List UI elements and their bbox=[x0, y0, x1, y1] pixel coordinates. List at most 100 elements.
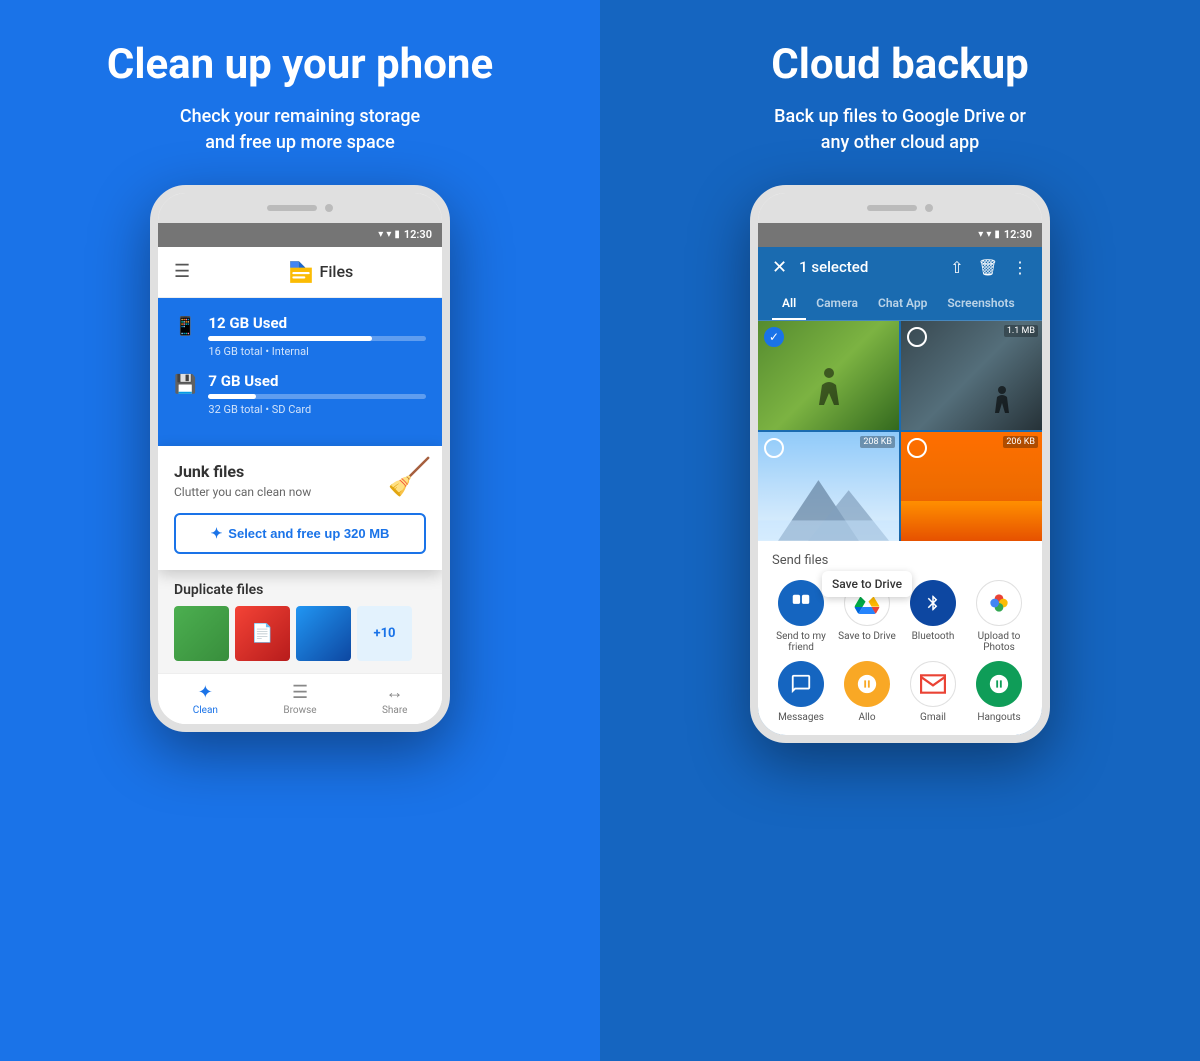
app-item-bluetooth[interactable]: Bluetooth bbox=[904, 580, 962, 653]
messages-icon bbox=[778, 661, 824, 707]
storage-detail-internal: 16 GB total • Internal bbox=[208, 345, 426, 358]
drive-label: Save to Drive bbox=[838, 631, 896, 642]
allo-label: Allo bbox=[858, 712, 875, 723]
right-panel-subtitle: Back up files to Google Drive orany othe… bbox=[774, 104, 1026, 154]
nav-label-browse: Browse bbox=[283, 705, 316, 716]
files-logo-icon bbox=[288, 259, 314, 285]
tab-chat-app[interactable]: Chat App bbox=[868, 288, 937, 320]
gmail-icon bbox=[910, 661, 956, 707]
hamburger-menu-icon[interactable]: ☰ bbox=[174, 261, 190, 282]
phone-speaker-right bbox=[867, 205, 917, 211]
duplicate-title: Duplicate files bbox=[174, 582, 426, 598]
storage-detail-sd: 32 GB total • SD Card bbox=[208, 403, 426, 416]
send-files-title: Send files bbox=[772, 553, 1028, 568]
left-panel-subtitle: Check your remaining storageand free up … bbox=[180, 104, 420, 154]
signal-icon: ▾ bbox=[386, 229, 391, 240]
phone-camera-right bbox=[925, 204, 933, 212]
photo-size-3: 206 KB bbox=[1003, 436, 1038, 448]
phone-storage-icon: 📱 bbox=[174, 316, 196, 337]
nav-label-clean: Clean bbox=[193, 705, 218, 716]
hangouts-label: Hangouts bbox=[977, 712, 1020, 723]
storage-info-internal: 12 GB Used 16 GB total • Internal bbox=[208, 314, 426, 358]
app-item-allo[interactable]: Allo bbox=[838, 661, 896, 723]
photos-label: Upload to Photos bbox=[970, 631, 1028, 653]
app-item-photos[interactable]: Upload to Photos bbox=[970, 580, 1028, 653]
phone-top-bar-right bbox=[758, 193, 1042, 223]
wifi-icon: ▾ bbox=[378, 229, 383, 240]
photo-checkbox-4[interactable] bbox=[907, 438, 927, 458]
share-selection-icon[interactable]: ⇧ bbox=[950, 258, 963, 277]
storage-item-sd: 💾 7 GB Used 32 GB total • SD Card bbox=[174, 372, 426, 416]
delete-selection-icon[interactable]: 🗑 bbox=[978, 258, 998, 277]
google-photos-svg bbox=[986, 590, 1012, 616]
photo-checkbox-2[interactable] bbox=[907, 327, 927, 347]
selection-bar: ✕ 1 selected ⇧ 🗑 ⋮ bbox=[758, 247, 1042, 288]
duplicate-section: Duplicate files 📄 +10 bbox=[158, 570, 442, 673]
photo-checkbox-1[interactable]: ✓ bbox=[764, 327, 784, 347]
nav-item-clean[interactable]: ✦ Clean bbox=[158, 674, 253, 724]
storage-info-sd: 7 GB Used 32 GB total • SD Card bbox=[208, 372, 426, 416]
gmail-svg bbox=[920, 674, 946, 694]
close-selection-icon[interactable]: ✕ bbox=[772, 257, 787, 278]
photo-cell-1[interactable]: ✓ bbox=[758, 321, 899, 430]
app-item-drive[interactable]: Save to Drive Save to Drive bbox=[838, 580, 896, 653]
bluetooth-label: Bluetooth bbox=[912, 631, 955, 642]
photo-size-1: 1.1 MB bbox=[1004, 325, 1038, 337]
app-item-gmail[interactable]: Gmail bbox=[904, 661, 962, 723]
photo-tabs: All Camera Chat App Screenshots bbox=[758, 288, 1042, 321]
photo-cell-3[interactable]: 208 KB bbox=[758, 432, 899, 541]
storage-bar-fill-internal bbox=[208, 336, 371, 341]
app-grid: Send to my friend Save to Drive bbox=[772, 580, 1028, 723]
dup-img-more: +10 bbox=[357, 606, 412, 661]
right-panel: Cloud backup Back up files to Google Dri… bbox=[600, 0, 1200, 1061]
storage-bar-fill-sd bbox=[208, 394, 256, 399]
share-icon: ↔ bbox=[386, 682, 404, 703]
phone-speaker bbox=[267, 205, 317, 211]
storage-bar-bg-sd bbox=[208, 394, 426, 399]
clean-icon: ✦ bbox=[198, 682, 213, 703]
bluetooth-icon bbox=[910, 580, 956, 626]
nav-item-browse[interactable]: ☰ Browse bbox=[253, 674, 348, 724]
send-friend-icon bbox=[778, 580, 824, 626]
phone-camera bbox=[325, 204, 333, 212]
selection-action-icons: ⇧ 🗑 ⋮ bbox=[950, 258, 1028, 277]
wifi-icon-right: ▾ bbox=[978, 229, 983, 240]
select-free-label: Select and free up 320 MB bbox=[228, 526, 389, 541]
status-icons-right: ▾ ▾ ▮ bbox=[978, 229, 1000, 240]
tab-all[interactable]: All bbox=[772, 288, 806, 320]
sparkle-icon: ✦ bbox=[211, 525, 223, 542]
right-phone: ▾ ▾ ▮ 12:30 ✕ 1 selected ⇧ 🗑 ⋮ All Camer… bbox=[750, 185, 1050, 743]
more-selection-icon[interactable]: ⋮ bbox=[1012, 258, 1028, 277]
status-time-right: 12:30 bbox=[1004, 228, 1032, 241]
sunset-gradient bbox=[901, 501, 1042, 541]
storage-item-internal: 📱 12 GB Used 16 GB total • Internal bbox=[174, 314, 426, 358]
status-icons-left: ▾ ▾ ▮ bbox=[378, 229, 400, 240]
photo-cell-4[interactable]: 206 KB bbox=[901, 432, 1042, 541]
left-panel: Clean up your phone Check your remaining… bbox=[0, 0, 600, 1061]
status-bar-right: ▾ ▾ ▮ 12:30 bbox=[758, 223, 1042, 247]
sd-card-icon: 💾 bbox=[174, 374, 196, 395]
hangouts-icon bbox=[976, 661, 1022, 707]
app-item-messages[interactable]: Messages bbox=[772, 661, 830, 723]
photo-cell-2[interactable]: 1.1 MB bbox=[901, 321, 1042, 430]
dup-img-2: 📄 bbox=[235, 606, 290, 661]
cliff-silhouette bbox=[992, 385, 1012, 420]
files-app-name: Files bbox=[320, 262, 354, 281]
signal-icon-right: ▾ bbox=[986, 229, 991, 240]
select-free-button[interactable]: ✦ Select and free up 320 MB bbox=[174, 513, 426, 554]
allo-icon bbox=[844, 661, 890, 707]
photo-checkbox-3[interactable] bbox=[764, 438, 784, 458]
tab-camera[interactable]: Camera bbox=[806, 288, 868, 320]
duplicate-images: 📄 +10 bbox=[174, 606, 426, 661]
cloud-app: ✕ 1 selected ⇧ 🗑 ⋮ All Camera Chat App S… bbox=[758, 247, 1042, 735]
mountain-peaks bbox=[758, 460, 899, 541]
tab-screenshots[interactable]: Screenshots bbox=[937, 288, 1024, 320]
messages-label: Messages bbox=[778, 712, 824, 723]
nav-item-share[interactable]: ↔ Share bbox=[347, 674, 442, 724]
save-to-drive-tooltip: Save to Drive bbox=[822, 571, 912, 597]
phone-top-bar-left bbox=[158, 193, 442, 223]
files-header: ☰ Files bbox=[158, 247, 442, 298]
app-item-hangouts[interactable]: Hangouts bbox=[970, 661, 1028, 723]
storage-used-internal: 12 GB Used bbox=[208, 314, 426, 332]
storage-bar-bg-internal bbox=[208, 336, 426, 341]
